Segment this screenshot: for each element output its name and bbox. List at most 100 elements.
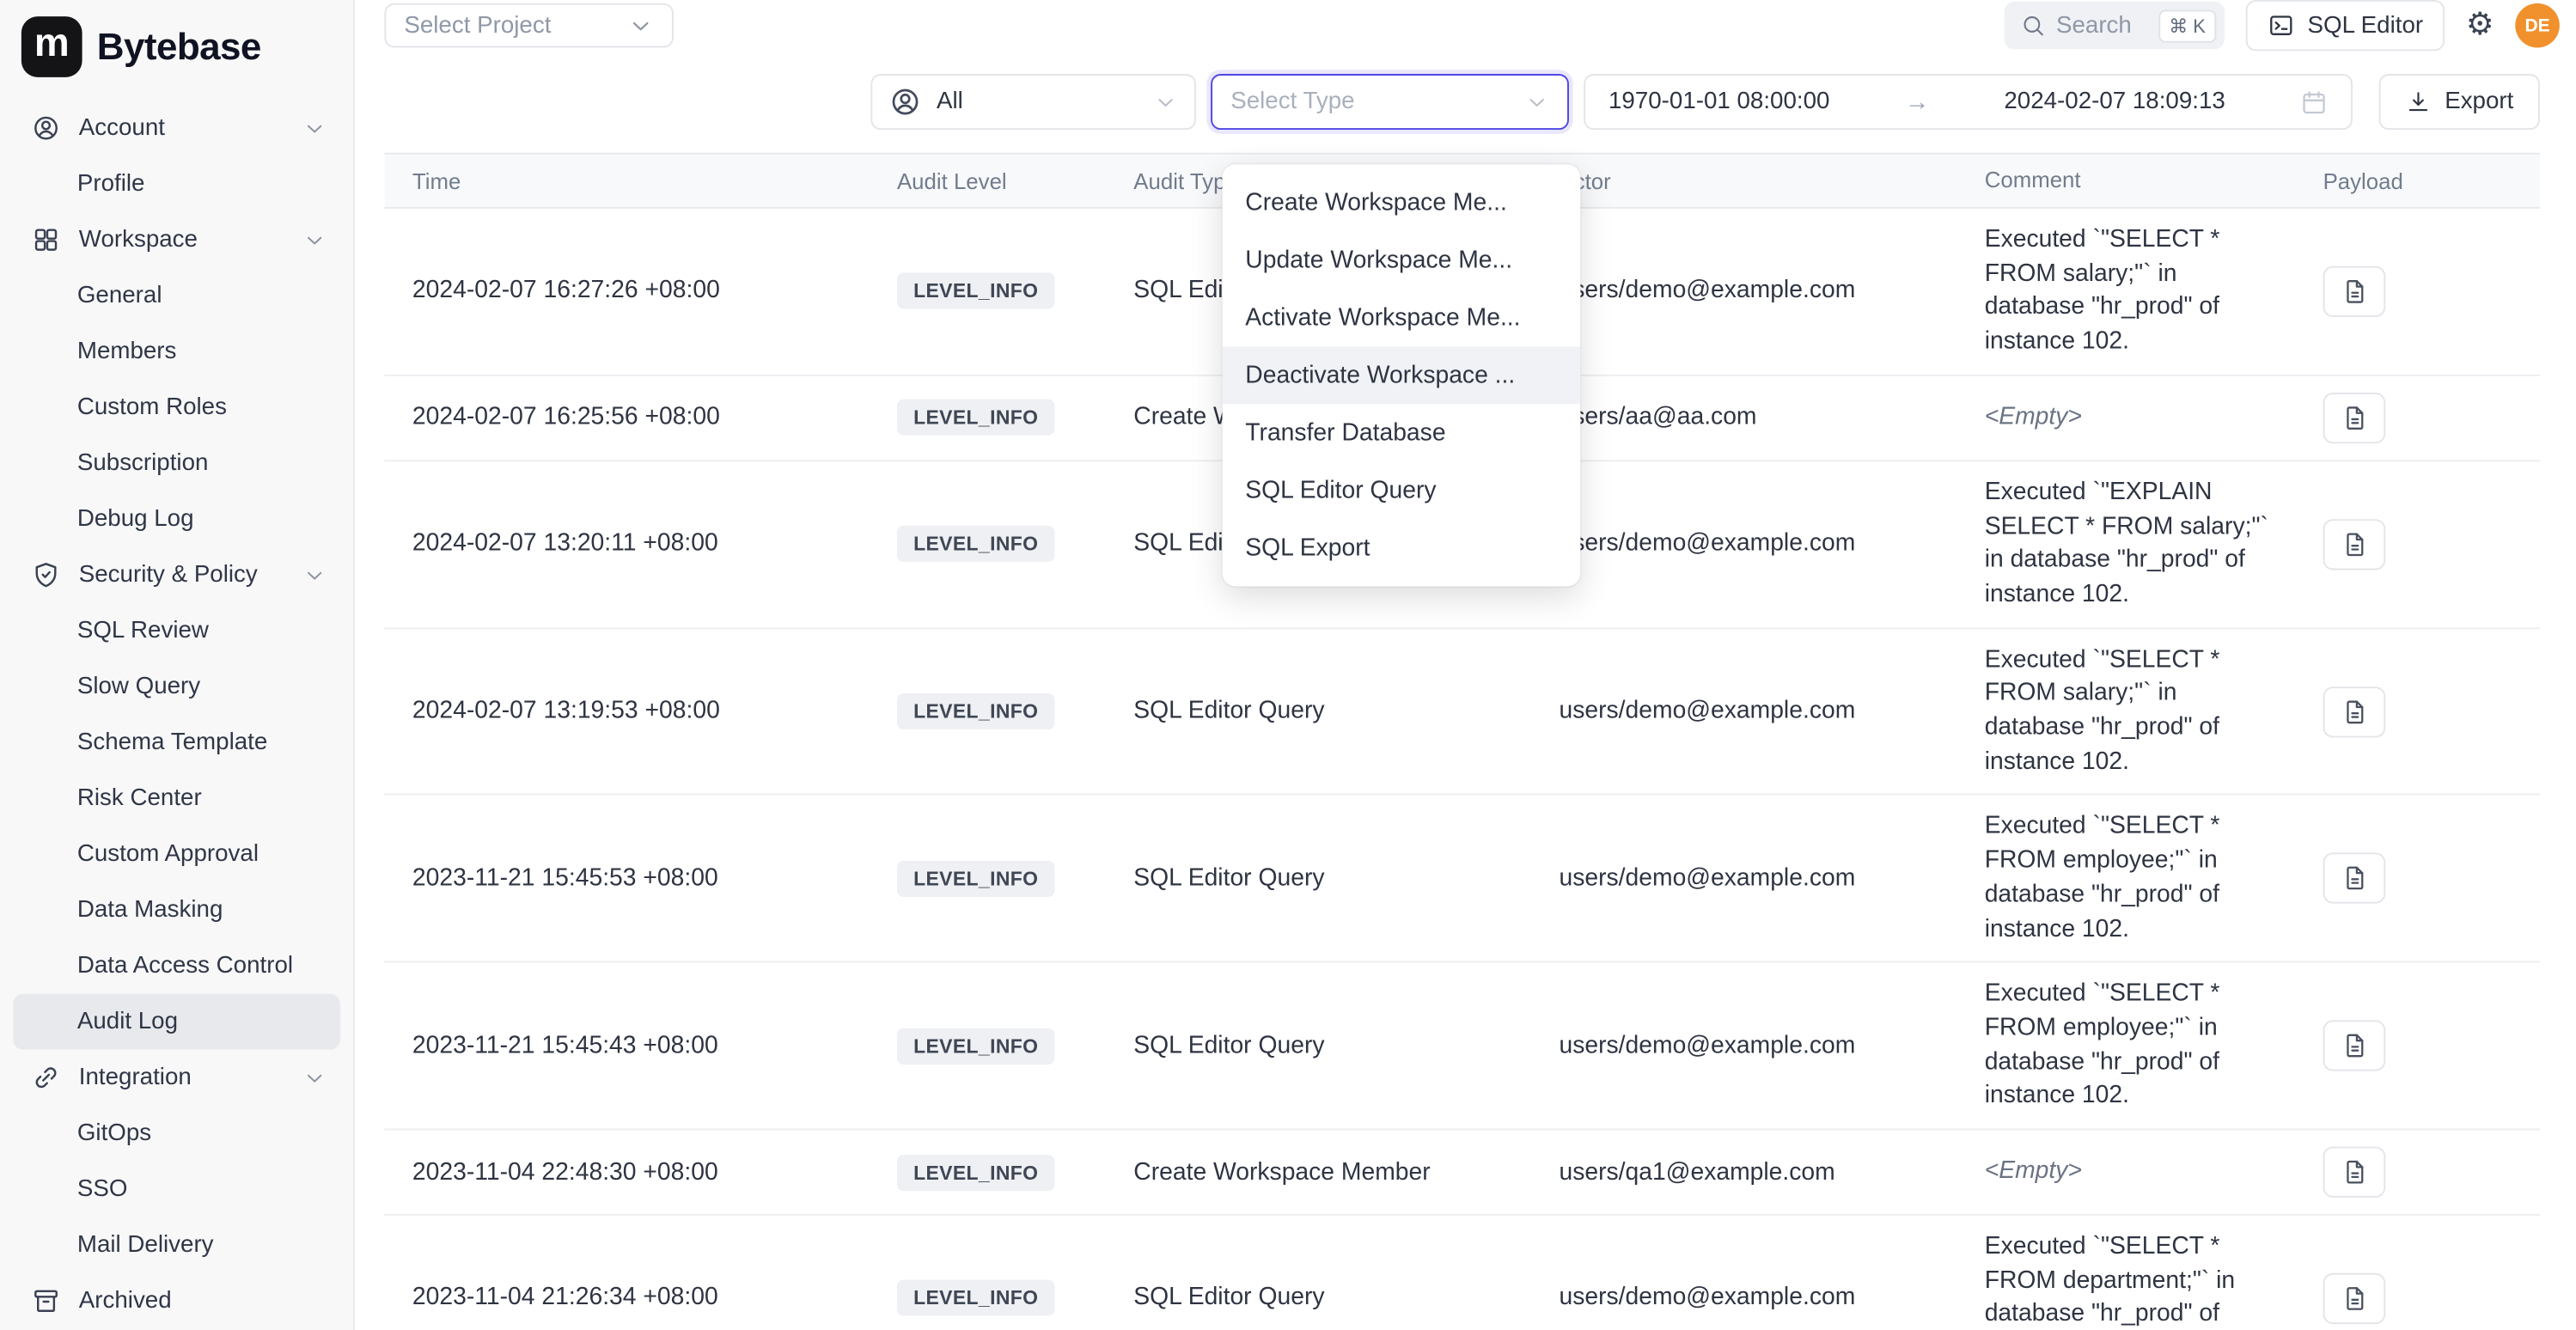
sidebar-item-gitops[interactable]: GitOps <box>13 1106 339 1162</box>
sidebar-item-mail-delivery[interactable]: Mail Delivery <box>13 1217 339 1273</box>
chevron-down-icon <box>1153 89 1178 114</box>
document-icon <box>2341 1158 2369 1187</box>
search-input[interactable]: Search ⌘ K <box>2004 2 2224 49</box>
row-time: 2024-02-07 13:19:53 +08:00 <box>384 699 897 725</box>
sidebar-item-data-masking[interactable]: Data Masking <box>13 882 339 938</box>
arrow-right-icon: → <box>1905 88 1930 116</box>
gear-icon[interactable]: ⚙ <box>2466 9 2494 40</box>
sidebar-item-label: Slow Query <box>77 674 200 700</box>
dropdown-option[interactable]: SQL Export <box>1223 519 1581 577</box>
shield-icon <box>31 560 60 589</box>
main-content: Select Project Search ⌘ K SQL Editor ⚙ D… <box>355 0 2576 1330</box>
sidebar-item-audit-log[interactable]: Audit Log <box>13 994 339 1050</box>
sidebar-item-label: Audit Log <box>77 1009 178 1035</box>
payload-view-button[interactable] <box>2323 853 2386 904</box>
download-icon <box>2405 88 2432 115</box>
dropdown-option[interactable]: Activate Workspace Me... <box>1223 290 1581 347</box>
sidebar-section-integration[interactable]: Integration <box>0 1050 353 1106</box>
row-comment: <Empty> <box>1985 400 2310 435</box>
date-range-picker[interactable]: 1970-01-01 08:00:00 → 2024-02-07 18:09:1… <box>1584 74 2353 130</box>
type-filter-placeholder: Select Type <box>1230 88 1354 115</box>
logo-row[interactable]: m Bytebase <box>0 0 353 92</box>
row-actor: users/demo@example.com <box>1559 531 1984 558</box>
sidebar-item-debug-log[interactable]: Debug Log <box>13 491 339 547</box>
table-row: 2023-11-04 22:48:30 +08:00 LEVEL_INFO Cr… <box>384 1131 2540 1216</box>
payload-view-button[interactable] <box>2323 1147 2386 1198</box>
search-shortcut-badge: ⌘ K <box>2159 9 2216 42</box>
sidebar: m Bytebase Account Profile Workspace Gen… <box>0 0 355 1330</box>
row-actor: users/demo@example.com <box>1559 865 1984 892</box>
sidebar-item-schema-template[interactable]: Schema Template <box>13 715 339 771</box>
sidebar-item-label: Risk Center <box>77 785 202 812</box>
project-select[interactable]: Select Project <box>384 3 674 48</box>
user-circle-icon <box>889 85 922 118</box>
actor-filter-select[interactable]: All <box>871 74 1197 130</box>
row-audit-type: SQL Editor Query <box>1133 699 1559 725</box>
document-icon <box>2341 1284 2369 1313</box>
payload-view-button[interactable] <box>2323 1273 2386 1324</box>
avatar[interactable]: DE <box>2515 3 2560 48</box>
row-actor: users/aa@aa.com <box>1559 405 1984 431</box>
search-icon <box>2020 13 2045 38</box>
document-icon <box>2341 530 2369 558</box>
sidebar-item-profile[interactable]: Profile <box>13 156 339 212</box>
sidebar-item-label: Data Access Control <box>77 953 293 979</box>
audit-level-badge: LEVEL_INFO <box>897 1280 1055 1316</box>
table-row: 2023-11-21 15:45:43 +08:00 LEVEL_INFO SQ… <box>384 963 2540 1131</box>
payload-view-button[interactable] <box>2323 519 2386 570</box>
sidebar-item-custom-approval[interactable]: Custom Approval <box>13 827 339 882</box>
payload-view-button[interactable] <box>2323 686 2386 736</box>
document-icon <box>2341 278 2369 306</box>
sidebar-item-sql-review[interactable]: SQL Review <box>13 603 339 659</box>
date-to-value: 2024-02-07 18:09:13 <box>2004 88 2225 115</box>
column-header-comment: Comment <box>1985 165 2310 196</box>
sidebar-item-data-access-control[interactable]: Data Access Control <box>13 938 339 994</box>
sidebar-section-security-policy[interactable]: Security & Policy <box>0 547 353 603</box>
column-header-actor: Actor <box>1559 168 1984 193</box>
chevron-down-icon <box>302 1065 327 1090</box>
account-icon <box>31 113 60 143</box>
dropdown-option[interactable]: Create Workspace Me... <box>1223 174 1581 232</box>
sidebar-item-general[interactable]: General <box>13 268 339 324</box>
workspace-icon <box>31 225 60 254</box>
sidebar-item-label: SQL Review <box>77 618 209 644</box>
row-actor: users/demo@example.com <box>1559 278 1984 305</box>
dropdown-option-highlighted[interactable]: Deactivate Workspace ... <box>1223 346 1581 404</box>
document-icon <box>2341 1032 2369 1060</box>
row-time: 2024-02-07 16:27:26 +08:00 <box>384 278 897 305</box>
row-actor: users/demo@example.com <box>1559 1285 1984 1312</box>
sidebar-item-custom-roles[interactable]: Custom Roles <box>13 380 339 436</box>
row-comment: Executed `"SELECT * FROM salary;"` in da… <box>1985 644 2310 779</box>
sql-editor-button[interactable]: SQL Editor <box>2245 0 2445 51</box>
sidebar-section-account[interactable]: Account <box>0 101 353 156</box>
payload-view-button[interactable] <box>2323 266 2386 317</box>
dropdown-option[interactable]: Transfer Database <box>1223 404 1581 461</box>
sidebar-item-risk-center[interactable]: Risk Center <box>13 771 339 827</box>
row-time: 2024-02-07 16:25:56 +08:00 <box>384 405 897 431</box>
sidebar-item-label: Custom Approval <box>77 841 259 868</box>
type-filter-select[interactable]: Select Type <box>1211 74 1569 130</box>
row-time: 2023-11-04 21:26:34 +08:00 <box>384 1285 897 1312</box>
audit-level-badge: LEVEL_INFO <box>897 861 1055 897</box>
sidebar-item-sso[interactable]: SSO <box>13 1162 339 1217</box>
sidebar-item-subscription[interactable]: Subscription <box>13 436 339 491</box>
sidebar-section-archived[interactable]: Archived <box>0 1273 353 1329</box>
row-comment: Executed `"SELECT * FROM employee;"` in … <box>1985 978 2310 1113</box>
export-button[interactable]: Export <box>2379 74 2540 130</box>
sidebar-section-label: Integration <box>79 1065 284 1091</box>
sidebar-item-slow-query[interactable]: Slow Query <box>13 659 339 715</box>
row-audit-type: Create Workspace Member <box>1133 1159 1559 1186</box>
sidebar-item-label: Schema Template <box>77 729 267 756</box>
sidebar-section-workspace[interactable]: Workspace <box>0 212 353 268</box>
sidebar-item-members[interactable]: Members <box>13 324 339 380</box>
dropdown-option[interactable]: SQL Editor Query <box>1223 461 1581 519</box>
dropdown-option[interactable]: Update Workspace Me... <box>1223 232 1581 290</box>
top-bar: Select Project Search ⌘ K SQL Editor ⚙ D… <box>355 0 2576 51</box>
payload-view-button[interactable] <box>2323 393 2386 443</box>
app: m Bytebase Account Profile Workspace Gen… <box>0 0 2576 1330</box>
export-label: Export <box>2445 88 2513 115</box>
column-header-time: Time <box>384 168 897 193</box>
search-placeholder: Search <box>2056 12 2132 39</box>
payload-view-button[interactable] <box>2323 1021 2386 1071</box>
table-row: 2023-11-04 21:26:34 +08:00 LEVEL_INFO SQ… <box>384 1216 2540 1330</box>
